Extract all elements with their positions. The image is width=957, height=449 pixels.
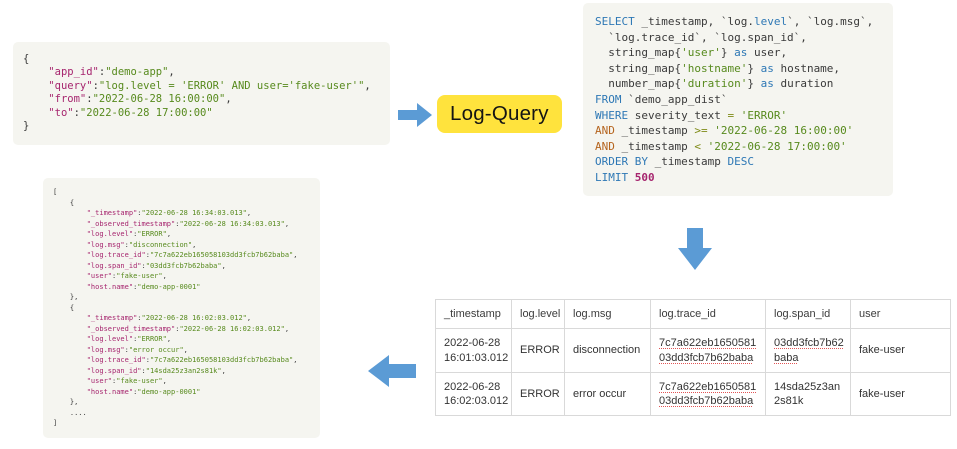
results-table: _timestamplog.levellog.msglog.trace_idlo…	[435, 299, 951, 416]
code-line: "query":"log.level = 'ERROR' AND user='f…	[23, 80, 380, 93]
table-cell: disconnection	[565, 329, 651, 373]
results-table-body: 2022-06-28 16:01:03.012ERRORdisconnectio…	[436, 329, 951, 416]
table-cell: 14sda25z3an2s81k	[766, 372, 851, 416]
code-line: "log.span_id":"03dd3fcb7b62baba",	[53, 261, 310, 272]
column-header: log.span_id	[766, 300, 851, 329]
code-line: "log.trace_id":"7c7a622eb165058103dd3fcb…	[53, 355, 310, 366]
code-line: AND _timestamp >= '2022-06-28 16:00:00'	[595, 123, 881, 139]
code-line: "log.msg":"disconnection",	[53, 240, 310, 251]
table-cell: 7c7a622eb165058103dd3fcb7b62baba	[651, 372, 766, 416]
code-line: "log.span_id":"14sda25z3an2s81k",	[53, 366, 310, 377]
column-header: _timestamp	[436, 300, 512, 329]
code-line: {	[53, 303, 310, 314]
table-cell: ERROR	[512, 329, 565, 373]
table-row: 2022-06-28 16:01:03.012ERRORdisconnectio…	[436, 329, 951, 373]
column-header: log.trace_id	[651, 300, 766, 329]
code-line: {	[23, 53, 380, 66]
sql-query-code-block: SELECT _timestamp, `log.level`, `log.msg…	[583, 3, 893, 196]
code-line: WHERE severity_text = 'ERROR'	[595, 108, 881, 124]
arrow-left-icon	[368, 352, 416, 390]
code-line: "_observed_timestamp":"2022-06-28 16:02:…	[53, 324, 310, 335]
code-line: "user":"fake-user",	[53, 271, 310, 282]
code-line: "from":"2022-06-28 16:00:00",	[23, 93, 380, 106]
code-line: },	[53, 292, 310, 303]
code-line: "_observed_timestamp":"2022-06-28 16:34:…	[53, 219, 310, 230]
column-header: user	[851, 300, 951, 329]
code-line: [	[53, 187, 310, 198]
code-line: "_timestamp":"2022-06-28 16:34:03.013",	[53, 208, 310, 219]
code-line: "app_id":"demo-app",	[23, 66, 380, 79]
code-line: }	[23, 120, 380, 133]
code-line: "log.msg":"error occur",	[53, 345, 310, 356]
code-line: SELECT _timestamp, `log.level`, `log.msg…	[595, 14, 881, 30]
code-line: string_map{'hostname'} as hostname,	[595, 61, 881, 77]
table-cell: error occur	[565, 372, 651, 416]
table-row: 2022-06-28 16:02:03.012ERRORerror occur7…	[436, 372, 951, 416]
table-cell: fake-user	[851, 329, 951, 373]
code-line: "host.name":"demo-app-0001"	[53, 387, 310, 398]
request-json-code-block: { "app_id":"demo-app", "query":"log.leve…	[13, 42, 390, 145]
code-line: "log.level":"ERROR",	[53, 229, 310, 240]
column-header: log.msg	[565, 300, 651, 329]
code-line: ....	[53, 408, 310, 419]
code-line: ORDER BY _timestamp DESC	[595, 154, 881, 170]
code-line: },	[53, 397, 310, 408]
response-json-code-block: [ { "_timestamp":"2022-06-28 16:34:03.01…	[43, 178, 320, 438]
code-line: number_map{'duration'} as duration	[595, 76, 881, 92]
log-query-node: Log-Query	[437, 95, 562, 133]
code-line: "log.level":"ERROR",	[53, 334, 310, 345]
results-table-header: _timestamplog.levellog.msglog.trace_idlo…	[436, 300, 951, 329]
column-header: log.level	[512, 300, 565, 329]
code-line: `log.trace_id`, `log.span_id`,	[595, 30, 881, 46]
table-cell: 2022-06-28 16:02:03.012	[436, 372, 512, 416]
table-cell: fake-user	[851, 372, 951, 416]
table-cell: 7c7a622eb165058103dd3fcb7b62baba	[651, 329, 766, 373]
table-cell: ERROR	[512, 372, 565, 416]
code-line: "host.name":"demo-app-0001"	[53, 282, 310, 293]
code-line: string_map{'user'} as user,	[595, 45, 881, 61]
code-line: "user":"fake-user",	[53, 376, 310, 387]
code-line: "to":"2022-06-28 17:00:00"	[23, 107, 380, 120]
log-query-label: Log-Query	[450, 102, 549, 126]
table-cell: 03dd3fcb7b62baba	[766, 329, 851, 373]
code-line: ]	[53, 418, 310, 429]
code-line: {	[53, 198, 310, 209]
code-line: "log.trace_id":"7c7a622eb165058103dd3fcb…	[53, 250, 310, 261]
code-line: "_timestamp":"2022-06-28 16:02:03.012",	[53, 313, 310, 324]
code-line: AND _timestamp < '2022-06-28 17:00:00'	[595, 139, 881, 155]
arrow-down-icon	[678, 228, 712, 270]
log-query-flow-diagram: { "app_id":"demo-app", "query":"log.leve…	[0, 0, 957, 449]
code-line: LIMIT 500	[595, 170, 881, 186]
table-cell: 2022-06-28 16:01:03.012	[436, 329, 512, 373]
table-header-row: _timestamplog.levellog.msglog.trace_idlo…	[436, 300, 951, 329]
code-line: FROM `demo_app_dist`	[595, 92, 881, 108]
arrow-right-icon	[398, 102, 432, 128]
